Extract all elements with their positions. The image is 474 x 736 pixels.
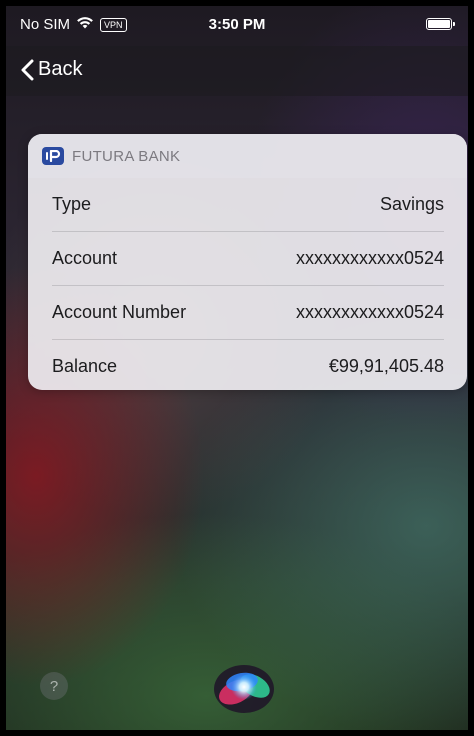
row-value: Savings xyxy=(379,194,444,214)
screen: No SIM VPN 3:50 PM Back FUTURA BANK Type… xyxy=(0,0,474,736)
row-label: Account Number xyxy=(52,302,187,322)
row-value: xxxxxxxxxxxx0524 xyxy=(295,302,444,322)
bank-name: FUTURA BANK xyxy=(72,147,181,165)
bank-logo-icon xyxy=(42,147,64,165)
row-label: Type xyxy=(52,194,92,214)
battery-icon xyxy=(426,18,455,30)
siri-button[interactable] xyxy=(209,656,279,716)
row-balance: Balance €99,91,405.48 xyxy=(52,340,444,390)
status-time: 3:50 PM xyxy=(208,16,266,33)
card-rows: Type Savings Account xxxxxxxxxxxx0524 Ac… xyxy=(28,178,467,390)
row-type: Type Savings xyxy=(52,178,444,232)
row-account: Account xxxxxxxxxxxx0524 xyxy=(52,232,444,286)
help-label: ? xyxy=(49,677,59,695)
row-label: Balance xyxy=(52,356,118,376)
row-account-number: Account Number xxxxxxxxxxxx0524 xyxy=(52,286,444,340)
back-button[interactable]: Back xyxy=(20,58,82,81)
siri-orb-icon xyxy=(214,665,274,713)
back-label: Back xyxy=(38,58,83,80)
row-value: €99,91,405.48 xyxy=(328,356,444,376)
help-button[interactable]: ? xyxy=(40,672,68,700)
battery-fill xyxy=(428,20,450,28)
navigation-bar: Back xyxy=(6,46,468,96)
card-header: FUTURA BANK xyxy=(28,134,467,178)
row-label: Account xyxy=(52,248,118,268)
row-value: xxxxxxxxxxxx0524 xyxy=(295,248,444,268)
account-card: FUTURA BANK Type Savings Account xxxxxxx… xyxy=(28,134,467,390)
chevron-left-icon xyxy=(21,59,34,80)
status-bar: No SIM VPN 3:50 PM xyxy=(6,6,468,44)
battery-nub xyxy=(453,22,455,26)
